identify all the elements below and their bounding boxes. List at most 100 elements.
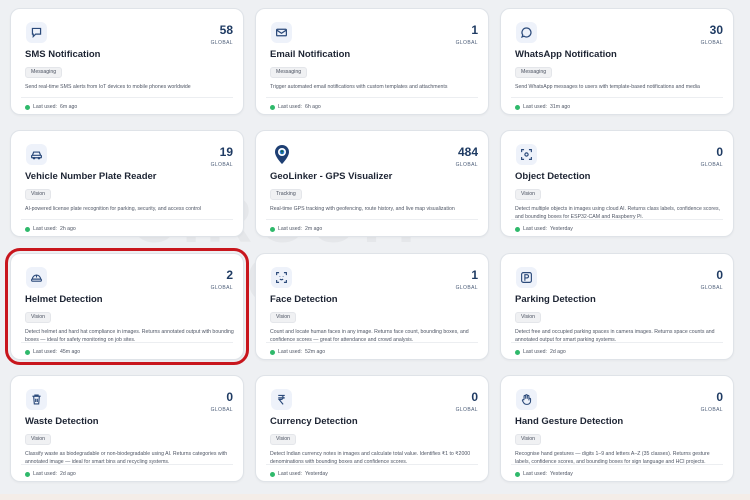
last-used-row: Last used: Yesterday — [515, 226, 573, 232]
card-divider — [511, 342, 723, 343]
last-used-row: Last used: 2d ago — [25, 471, 76, 477]
card-title: Currency Detection — [270, 416, 358, 427]
card-divider — [21, 219, 233, 220]
last-used-prefix: Last used: — [523, 349, 547, 355]
service-card[interactable]: 484 GLOBAL GeoLinker - GPS Visualizer Track… — [255, 130, 489, 237]
mail-icon — [271, 22, 292, 43]
usage-count: 1 — [471, 268, 478, 282]
last-used-prefix: Last used: — [33, 226, 57, 232]
card-title: SMS Notification — [25, 49, 101, 60]
last-used-value: Yesterday — [549, 226, 573, 232]
card-divider — [266, 342, 478, 343]
card-title: Hand Gesture Detection — [515, 416, 624, 427]
object-scan-icon — [516, 144, 537, 165]
card-title: Email Notification — [270, 49, 351, 60]
last-used-prefix: Last used: — [278, 471, 302, 477]
status-dot — [25, 104, 30, 110]
scope-label: GLOBAL — [455, 40, 478, 46]
last-used-prefix: Last used: — [278, 104, 302, 110]
category-tag: Vision — [515, 434, 542, 445]
status-dot — [270, 349, 275, 355]
usage-count: 1 — [471, 23, 478, 37]
card-description: AI-powered license plate recognition for… — [25, 206, 202, 212]
card-title: Parking Detection — [515, 294, 596, 305]
helmet-icon — [26, 267, 47, 288]
usage-count: 0 — [716, 145, 723, 159]
category-tag: Vision — [270, 312, 297, 323]
last-used-prefix: Last used: — [523, 104, 547, 110]
service-card[interactable]: 2 GLOBAL Helmet Detection Vision Detect helm… — [5, 248, 249, 365]
service-card[interactable]: 1 GLOBAL Email Notification Messaging Trigge… — [255, 8, 489, 115]
usage-count: 484 — [457, 145, 478, 159]
face-scan-icon — [271, 267, 292, 288]
last-used-value: 2d ago — [549, 349, 566, 355]
card-description: Real-time GPS tracking with geofencing, … — [270, 206, 455, 212]
card-title: Helmet Detection — [25, 294, 103, 305]
scope-label: GLOBAL — [700, 162, 723, 168]
service-card[interactable]: 19 GLOBAL Vehicle Number Plate Reader Visio… — [10, 130, 244, 237]
service-card[interactable]: 0 GLOBAL Object Detection Vision Detect mult… — [500, 130, 734, 237]
last-used-value: Yesterday — [549, 471, 573, 477]
category-tag: Messaging — [25, 67, 63, 78]
scope-label: GLOBAL — [700, 285, 723, 291]
chat-square-icon — [26, 22, 47, 43]
service-card[interactable]: 0 GLOBAL Hand Gesture Detection Vision Recog… — [500, 375, 734, 482]
card-description: Trigger automated email notifications wi… — [270, 84, 448, 90]
last-used-value: 2m ago — [304, 226, 323, 232]
service-card[interactable]: 30 GLOBAL WhatsApp Notification Messaging Se… — [500, 8, 734, 115]
usage-count: 0 — [226, 390, 233, 404]
scope-label: GLOBAL — [210, 285, 233, 291]
last-used-row: Last used: 6m ago — [25, 104, 77, 110]
usage-count: 0 — [716, 390, 723, 404]
parking-icon — [516, 267, 537, 288]
status-dot — [25, 226, 30, 232]
service-card[interactable]: 1 GLOBAL Face Detection Vision Count and loc… — [255, 253, 489, 360]
status-dot — [25, 471, 30, 477]
last-used-row: Last used: 31m ago — [515, 104, 570, 110]
last-used-row: Last used: 6h ago — [270, 104, 321, 110]
scope-label: GLOBAL — [455, 285, 478, 291]
usage-count: 19 — [219, 145, 233, 159]
last-used-row: Last used: 45m ago — [25, 349, 80, 355]
category-tag: Vision — [25, 189, 52, 200]
service-card[interactable]: 58 GLOBAL SMS Notification Messaging Send re… — [10, 8, 244, 115]
card-description: Send real-time SMS alerts from IoT devic… — [25, 84, 191, 90]
scope-label: GLOBAL — [210, 407, 233, 413]
car-icon — [26, 144, 47, 165]
category-tag: Vision — [25, 312, 52, 323]
card-divider — [511, 97, 723, 98]
service-card[interactable]: 0 GLOBAL Currency Detection Vision Detect In… — [255, 375, 489, 482]
hand-icon — [516, 389, 537, 410]
status-dot — [270, 471, 275, 477]
last-used-prefix: Last used: — [523, 226, 547, 232]
status-dot — [515, 349, 520, 355]
trash-icon — [26, 389, 47, 410]
last-used-value: 31m ago — [549, 104, 571, 110]
service-card[interactable]: 0 GLOBAL Parking Detection Vision Detect fre… — [500, 253, 734, 360]
status-dot — [270, 226, 275, 232]
scope-label: GLOBAL — [700, 40, 723, 46]
category-tag: Vision — [270, 434, 297, 445]
last-used-value: Yesterday — [304, 471, 328, 477]
last-used-value: 2h ago — [59, 226, 76, 232]
scope-label: GLOBAL — [210, 162, 233, 168]
last-used-value: 52m ago — [304, 349, 326, 355]
status-dot — [515, 104, 520, 110]
card-divider — [21, 97, 233, 98]
last-used-prefix: Last used: — [278, 349, 302, 355]
usage-count: 58 — [219, 23, 233, 37]
map-pin-icon — [271, 144, 292, 165]
card-title: Object Detection — [515, 171, 591, 182]
last-used-value: 2d ago — [59, 471, 76, 477]
card-divider — [21, 464, 233, 465]
last-used-prefix: Last used: — [33, 471, 57, 477]
usage-count: 0 — [716, 268, 723, 282]
service-card[interactable]: 0 GLOBAL Waste Detection Vision Classify was… — [10, 375, 244, 482]
usage-count: 2 — [226, 268, 233, 282]
usage-count: 0 — [471, 390, 478, 404]
card-title: Face Detection — [270, 294, 338, 305]
card-divider — [266, 219, 478, 220]
last-used-row: Last used: 2h ago — [25, 226, 76, 232]
category-tag: Messaging — [515, 67, 553, 78]
status-dot — [515, 226, 520, 232]
